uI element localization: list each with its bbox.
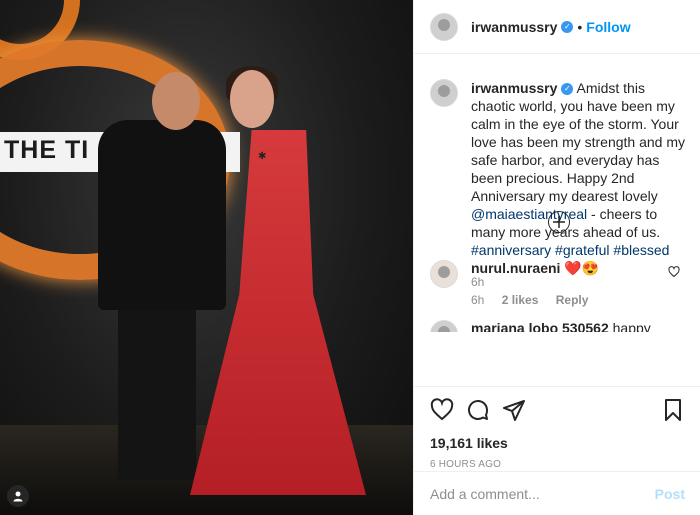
hashtag-link[interactable]: #grateful (555, 242, 609, 258)
load-more-comments-button[interactable] (548, 211, 570, 233)
comment-input[interactable] (430, 485, 655, 502)
post-comment-button[interactable]: Post (655, 486, 685, 502)
header-username[interactable]: irwanmussry (471, 19, 557, 35)
hashtag-link[interactable]: #blessed (613, 242, 669, 258)
comment-icon[interactable] (466, 398, 490, 422)
follow-button[interactable]: Follow (586, 19, 630, 35)
comment-item: mariana lobo 530562 happy (430, 320, 651, 332)
stage-banner-text: THE TI (4, 136, 90, 164)
comment-item: nurul.nuraeni ❤️😍 6h 2 likes Reply (430, 260, 692, 307)
man-figure-head (152, 72, 200, 130)
comment-username[interactable]: mariana lobo 530562 (471, 320, 609, 332)
post-actions: 19,161 likes 6 HOURS AGO (414, 386, 700, 470)
separator-dot: • (577, 18, 583, 35)
comment-timestamp[interactable]: 6h (471, 293, 484, 307)
comment-text: happy (612, 320, 651, 332)
share-icon[interactable] (502, 398, 526, 422)
post-photo[interactable]: THE TI ✱ (0, 0, 413, 515)
post-details-panel: irwanmussry ✓ • Follow irwanmussry ✓ Amid… (413, 0, 700, 515)
like-comment-heart-icon[interactable] (668, 266, 680, 281)
bookmark-icon[interactable] (661, 398, 685, 422)
caption-username[interactable]: irwanmussry (471, 80, 557, 96)
hashtag-link[interactable]: #anniversary (471, 242, 551, 258)
comment-avatar[interactable] (430, 260, 458, 288)
man-figure (98, 120, 226, 310)
avatar[interactable] (430, 12, 458, 41)
likes-count[interactable]: 19,161 likes (430, 435, 685, 451)
add-comment-bar: Post (414, 471, 700, 515)
action-bar (430, 397, 685, 423)
caption-body-1: Amidst this chaotic world, you have been… (471, 80, 686, 204)
user-tag-icon[interactable] (7, 485, 29, 507)
comment-username[interactable]: nurul.nuraeni (471, 260, 560, 276)
plus-icon (553, 216, 565, 228)
caption-avatar[interactable] (430, 79, 458, 107)
reply-button[interactable]: Reply (556, 293, 589, 307)
post-header: irwanmussry ✓ • Follow (414, 0, 700, 54)
caption-text: irwanmussry ✓ Amidst this chaotic world, … (471, 79, 685, 259)
verified-badge-icon: ✓ (561, 83, 574, 96)
woman-figure-head (230, 70, 274, 128)
comment-text: ❤️😍 (564, 260, 600, 276)
comment-likes[interactable]: 2 likes (502, 293, 539, 307)
heart-icon[interactable] (430, 398, 454, 422)
comment-content: nurul.nuraeni ❤️😍 (471, 260, 602, 277)
man-figure-legs (118, 300, 196, 480)
verified-badge-icon: ✓ (561, 20, 574, 33)
comment-avatar[interactable] (430, 320, 458, 332)
comment-meta: 6h 2 likes Reply (471, 293, 602, 307)
post-timestamp[interactable]: 6 HOURS AGO (430, 459, 685, 470)
brooch: ✱ (258, 151, 267, 162)
